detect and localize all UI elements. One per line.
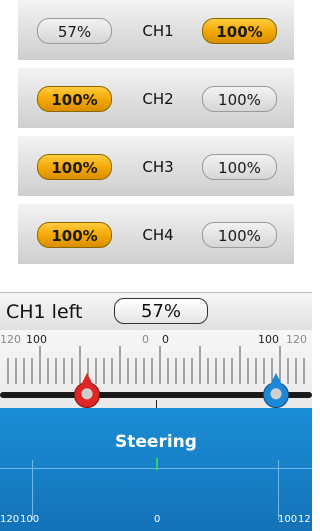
ch1-label: CH1 (142, 22, 174, 40)
bottom-label-right-b: 12 (298, 514, 311, 525)
bottom-label-right-a: 100 (278, 514, 298, 525)
ch3-label: CH3 (142, 158, 174, 176)
bottom-label-left-b: 100 (20, 514, 40, 525)
channel-row-ch2[interactable]: 100% CH2 100% (18, 68, 294, 130)
ch1-right-value-button[interactable]: 100% (202, 18, 277, 44)
trim-title: CH1 left (6, 301, 83, 323)
channel-list: 57% CH1 100% 100% CH2 100% 100% CH3 100%… (18, 0, 294, 272)
ch4-left-value-button[interactable]: 100% (37, 222, 112, 248)
trim-header: CH1 left 57% (0, 292, 312, 330)
ch3-right-value-button[interactable]: 100% (202, 154, 277, 180)
trim-scale: 120 100 0 0 100 120 (0, 330, 312, 408)
left-endpoint-knob[interactable] (74, 373, 100, 408)
ch3-left-value-button[interactable]: 100% (37, 154, 112, 180)
ch2-label: CH2 (142, 90, 174, 108)
channel-row-ch3[interactable]: 100% CH3 100% (18, 136, 294, 198)
ch4-right-value-button[interactable]: 100% (202, 222, 277, 248)
ch4-label: CH4 (142, 226, 174, 244)
grid-vline-left (32, 460, 33, 520)
bottom-label-center: 0 (154, 514, 161, 525)
trim-value-field[interactable]: 57% (114, 298, 208, 324)
grid-vline-right (278, 460, 279, 520)
steering-label: Steering (115, 432, 197, 452)
ch2-right-value-button[interactable]: 100% (202, 86, 277, 112)
bottom-label-left-a: 120 (0, 514, 20, 525)
ch1-left-value-button[interactable]: 57% (37, 18, 112, 44)
ch2-left-value-button[interactable]: 100% (37, 86, 112, 112)
center-tick (156, 400, 157, 408)
channel-row-ch1[interactable]: 57% CH1 100% (18, 0, 294, 62)
center-marker (156, 458, 158, 470)
channel-row-ch4[interactable]: 100% CH4 100% (18, 204, 294, 266)
right-endpoint-knob[interactable] (263, 373, 289, 408)
